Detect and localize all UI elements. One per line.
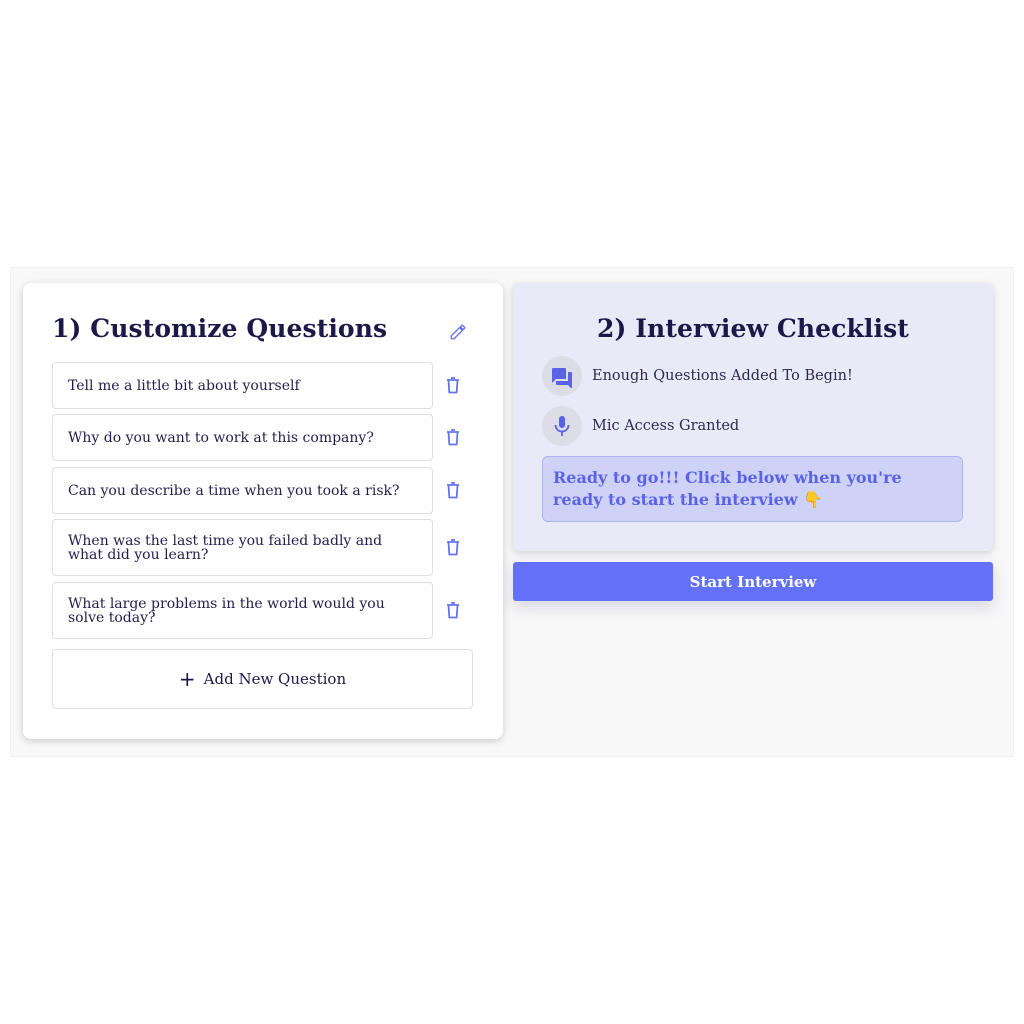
checklist-item-label: Mic Access Granted <box>592 418 740 434</box>
trash-icon <box>447 428 459 445</box>
interview-checklist-card: 2) Interview Checklist Enough Questions … <box>513 283 993 551</box>
chat-icon <box>542 356 582 396</box>
delete-question-button[interactable] <box>444 427 462 447</box>
start-interview-button[interactable]: Start Interview <box>513 562 993 601</box>
question-text[interactable]: What large problems in the world would y… <box>52 582 433 639</box>
pencil-icon <box>450 324 466 340</box>
delete-question-button[interactable] <box>444 375 462 395</box>
question-text[interactable]: Tell me a little bit about yourself <box>52 362 433 409</box>
trash-icon <box>447 601 459 618</box>
question-row: Why do you want to work at this company? <box>52 414 476 461</box>
question-row: When was the last time you failed badly … <box>52 519 476 576</box>
checklist-item-label: Enough Questions Added To Begin! <box>592 368 853 384</box>
plus-icon: + <box>178 667 196 691</box>
checklist-item-questions: Enough Questions Added To Begin! <box>542 356 853 396</box>
question-row: Can you describe a time when you took a … <box>52 467 476 514</box>
question-text[interactable]: Can you describe a time when you took a … <box>52 467 433 514</box>
customize-questions-card: 1) Customize Questions Tell me a little … <box>23 283 503 739</box>
edit-questions-button[interactable] <box>447 321 469 343</box>
add-new-question-button[interactable]: + Add New Question <box>52 649 473 709</box>
delete-question-button[interactable] <box>444 537 462 557</box>
trash-icon <box>447 481 459 498</box>
delete-question-button[interactable] <box>444 480 462 500</box>
microphone-icon <box>542 406 582 446</box>
delete-question-button[interactable] <box>444 600 462 620</box>
customize-questions-title: 1) Customize Questions <box>52 314 388 343</box>
question-text[interactable]: When was the last time you failed badly … <box>52 519 433 576</box>
question-row: What large problems in the world would y… <box>52 582 476 639</box>
checklist-item-mic: Mic Access Granted <box>542 406 739 446</box>
interview-checklist-title: 2) Interview Checklist <box>597 314 909 343</box>
ready-message: Ready to go!!! Click below when you're r… <box>542 456 963 522</box>
question-text[interactable]: Why do you want to work at this company? <box>52 414 433 461</box>
trash-icon <box>447 376 459 393</box>
add-new-question-label: Add New Question <box>203 670 347 688</box>
question-row: Tell me a little bit about yourself <box>52 362 476 409</box>
trash-icon <box>447 538 459 555</box>
